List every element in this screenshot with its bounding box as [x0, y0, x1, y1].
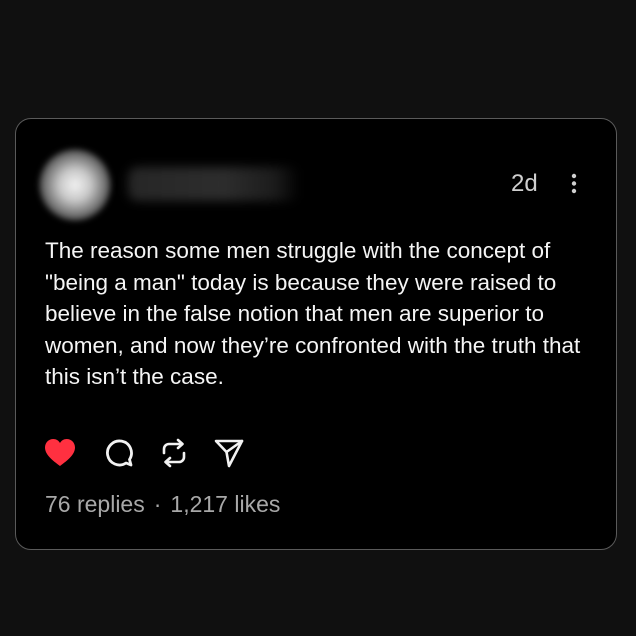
heart-icon: [45, 439, 75, 466]
reply-button[interactable]: [102, 436, 136, 470]
stats-separator: ·: [153, 491, 162, 517]
post-timestamp: 2d: [511, 170, 538, 197]
username-redacted[interactable]: [128, 167, 300, 201]
more-vertical-icon: [571, 173, 577, 194]
avatar[interactable]: [39, 149, 111, 221]
repost-icon: [162, 438, 186, 468]
post-stats: 76 replies · 1,217 likes: [45, 491, 280, 517]
share-button[interactable]: [212, 436, 246, 470]
post-card: 2d The reason some men struggle with the…: [15, 118, 617, 550]
likes-count[interactable]: 1,217 likes: [170, 491, 280, 517]
send-icon: [214, 439, 244, 468]
more-options-button[interactable]: [564, 171, 584, 197]
like-button[interactable]: [43, 436, 77, 470]
post-text: The reason some men struggle with the co…: [45, 238, 581, 389]
repost-button[interactable]: [157, 436, 191, 470]
replies-count[interactable]: 76 replies: [45, 491, 145, 517]
comment-icon: [106, 439, 133, 467]
